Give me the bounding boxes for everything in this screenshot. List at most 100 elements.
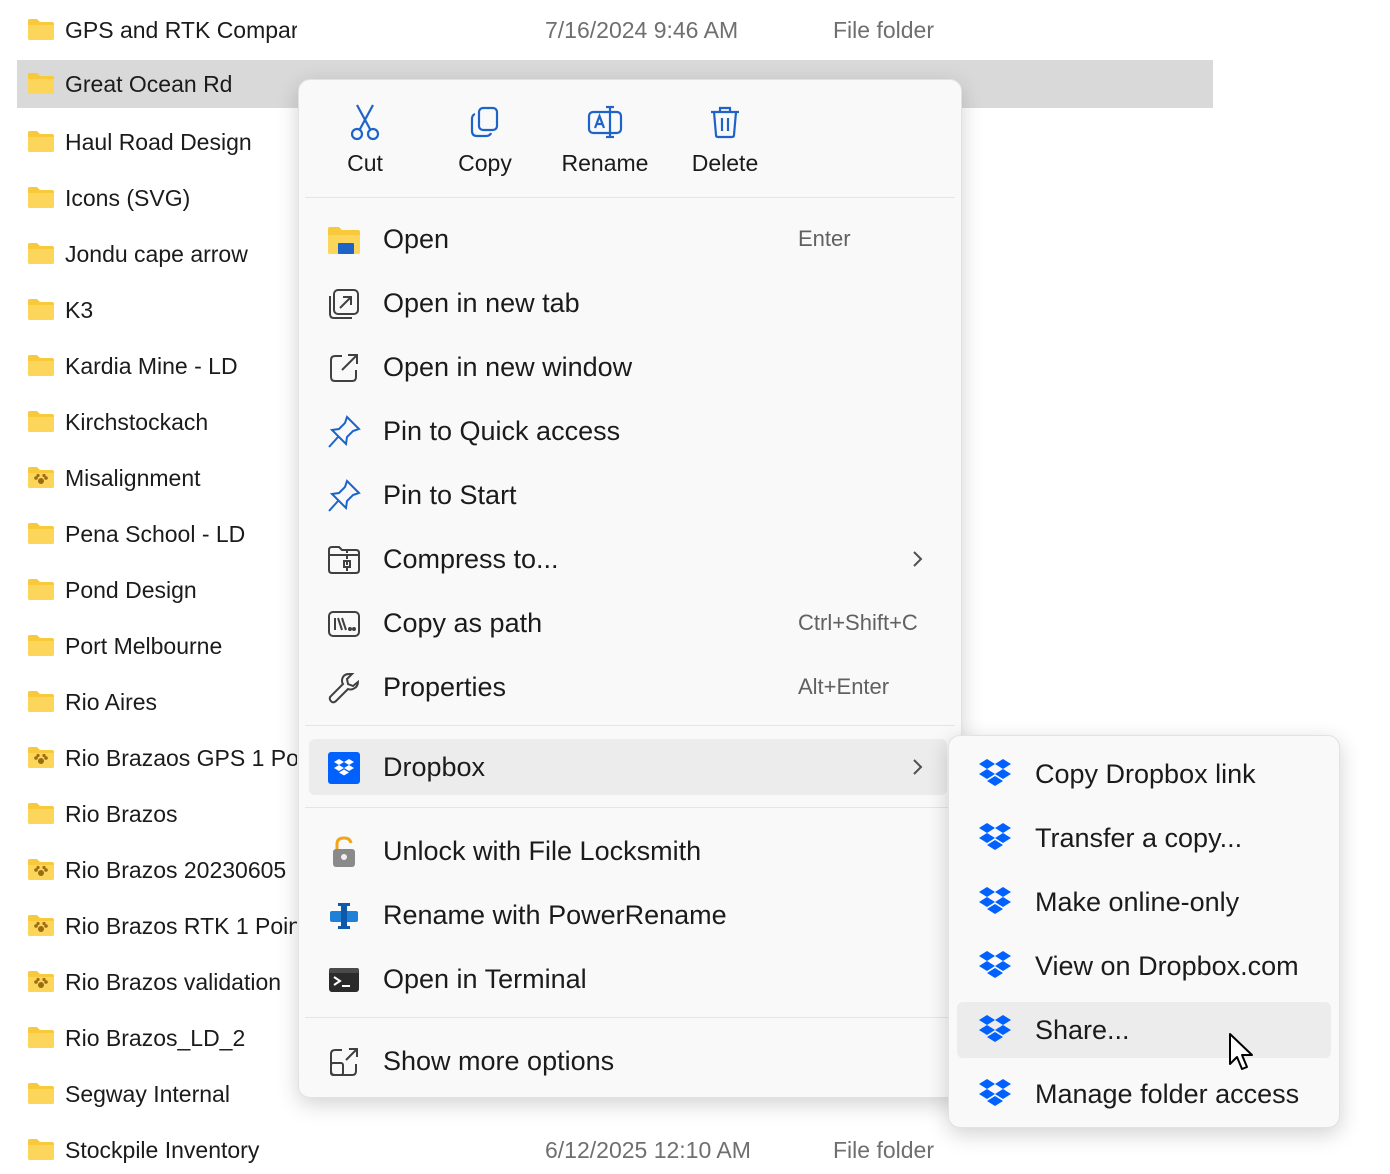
divider	[305, 725, 955, 726]
submenu-item-label: Copy Dropbox link	[1035, 758, 1256, 789]
mouse-pointer-icon	[1229, 1033, 1253, 1070]
folder-icon	[28, 411, 54, 432]
new-window-icon	[330, 354, 358, 382]
submenu-item-view-on-dropbox[interactable]: View on Dropbox.com	[957, 938, 1331, 994]
dropbox-icon	[979, 951, 1011, 978]
folder-icon	[28, 1083, 54, 1104]
zip-folder-icon	[328, 546, 360, 574]
file-name: Rio Brazos_LD_2	[65, 1024, 246, 1051]
submenu-item-label: Share...	[1035, 1014, 1130, 1045]
menu-item-label: Unlock with File Locksmith	[383, 835, 702, 866]
file-type: File folder	[833, 16, 934, 43]
file-name: Haul Road Design	[65, 128, 252, 155]
menu-item-open-new-window[interactable]: Open in new window	[309, 339, 947, 395]
chevron-right-icon	[913, 759, 923, 775]
menu-item-powerrename[interactable]: Rename with PowerRename	[309, 887, 947, 943]
file-name: Rio Brazaos GPS 1 Poi	[65, 744, 297, 771]
menu-item-label: Copy as path	[383, 607, 543, 638]
folder-icon	[28, 299, 54, 320]
file-name: Pond Design	[65, 576, 197, 603]
pin-icon	[328, 415, 361, 448]
file-name: Icons (SVG)	[65, 184, 191, 211]
menu-item-file-locksmith[interactable]: Unlock with File Locksmith	[309, 823, 947, 879]
submenu-item-make-online-only[interactable]: Make online-only	[957, 874, 1331, 930]
file-name: Misalignment	[65, 464, 201, 491]
file-name: Rio Aires	[65, 688, 158, 715]
shortcut-text: Ctrl+Shift+C	[798, 610, 918, 635]
folder-icon	[28, 131, 54, 152]
menu-item-open[interactable]: Open Enter	[309, 211, 947, 267]
folder-icon	[28, 691, 54, 712]
menu-item-show-more-options[interactable]: Show more options	[309, 1033, 947, 1089]
quick-actions-bar: Cut Copy Rename Delete	[299, 80, 961, 197]
submenu-item-label: Transfer a copy...	[1035, 822, 1243, 853]
chevron-right-icon	[913, 551, 923, 567]
dropbox-icon	[979, 1015, 1011, 1042]
menu-item-label: Open in new window	[383, 351, 633, 382]
menu-item-label: Dropbox	[383, 751, 486, 782]
menu-item-label: Rename with PowerRename	[383, 899, 727, 930]
file-name: Stockpile Inventory	[65, 1136, 260, 1163]
cut-label: Cut	[347, 150, 383, 176]
menu-item-pin-start[interactable]: Pin to Start	[309, 467, 947, 523]
open-folder-icon	[328, 227, 360, 254]
folder-icon	[28, 243, 54, 264]
folder-icon	[28, 1027, 54, 1048]
submenu-item-label: Make online-only	[1035, 886, 1240, 917]
context-menu: Cut Copy Rename Delete Open Enter Open i…	[298, 79, 962, 1098]
folder-icon	[28, 635, 54, 656]
trash-icon	[711, 106, 739, 139]
menu-item-copy-as-path[interactable]: Copy as path Ctrl+Shift+C	[309, 595, 947, 651]
dropbox-submenu: Copy Dropbox link Transfer a copy... Mak…	[948, 735, 1340, 1128]
dropbox-icon	[979, 1079, 1011, 1106]
file-name: Great Ocean Rd	[65, 70, 233, 97]
file-name: Port Melbourne	[65, 632, 223, 659]
file-date: 7/16/2024 9:46 AM	[545, 16, 739, 43]
submenu-item-share[interactable]: Share...	[957, 1002, 1331, 1058]
file-date: 6/12/2025 12:10 AM	[545, 1136, 751, 1163]
wrench-icon	[328, 673, 360, 704]
folder-icon	[28, 1139, 54, 1160]
file-name: Kirchstockach	[65, 408, 209, 435]
new-tab-icon	[329, 289, 359, 319]
menu-item-label: Show more options	[383, 1045, 615, 1076]
powerrename-icon	[330, 903, 358, 929]
menu-item-label: Pin to Start	[383, 479, 517, 510]
menu-item-properties[interactable]: Properties Alt+Enter	[309, 659, 947, 715]
file-name: Segway Internal	[65, 1080, 230, 1107]
delete-label: Delete	[691, 150, 759, 176]
submenu-item-manage-folder-access[interactable]: Manage folder access	[957, 1066, 1331, 1122]
file-name: Rio Brazos 20230605	[65, 856, 287, 883]
divider	[305, 1017, 955, 1018]
menu-item-label: Open	[383, 223, 450, 254]
folder-icon	[28, 579, 54, 600]
copy-button[interactable]: Copy	[425, 80, 545, 197]
folder-icon	[28, 803, 54, 824]
folder-icon	[28, 355, 54, 376]
menu-item-dropbox[interactable]: Dropbox	[309, 739, 947, 795]
menu-item-pin-quick-access[interactable]: Pin to Quick access	[309, 403, 947, 459]
menu-item-open-new-tab[interactable]: Open in new tab	[309, 275, 947, 331]
submenu-item-copy-dropbox-link[interactable]: Copy Dropbox link	[957, 746, 1331, 802]
menu-item-compress[interactable]: Compress to...	[309, 531, 947, 587]
scissors-icon	[350, 104, 380, 141]
file-name: K3	[65, 296, 94, 323]
shared-folder-icon	[28, 971, 54, 992]
rename-button[interactable]: Rename	[545, 80, 665, 197]
file-name: Kardia Mine - LD	[65, 352, 238, 379]
menu-item-open-terminal[interactable]: Open in Terminal	[309, 951, 947, 1007]
list-item[interactable]: GPS and RTK Comparison 7/16/2024 9:46 AM…	[17, 6, 1213, 54]
folder-icon	[28, 523, 54, 544]
menu-item-label: Pin to Quick access	[383, 415, 621, 446]
delete-button[interactable]: Delete	[665, 80, 785, 197]
dropbox-icon	[979, 823, 1011, 850]
file-name: Rio Brazos validation	[65, 968, 282, 995]
file-name: Rio Brazos	[65, 800, 178, 827]
list-item[interactable]: Stockpile Inventory 6/12/2025 12:10 AM F…	[17, 1126, 1213, 1174]
cut-button[interactable]: Cut	[305, 80, 425, 197]
pin-icon	[328, 479, 361, 512]
submenu-item-transfer-copy[interactable]: Transfer a copy...	[957, 810, 1331, 866]
more-options-icon	[330, 1048, 358, 1076]
folder-icon	[28, 19, 54, 40]
dropbox-icon	[979, 759, 1011, 786]
